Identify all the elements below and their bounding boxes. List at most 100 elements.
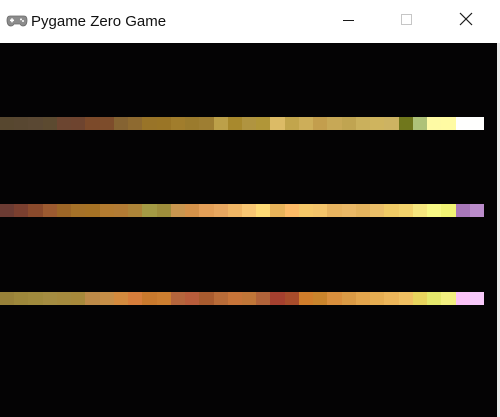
bar-cell: [199, 204, 214, 217]
bar-cell: [270, 204, 285, 217]
bar-cell: [398, 292, 413, 305]
bar-cell: [71, 292, 86, 305]
bar-cell: [398, 117, 413, 130]
bar-cell: [284, 204, 299, 217]
bar-cell: [128, 292, 143, 305]
bar-cell: [327, 292, 342, 305]
bar-cell: [270, 292, 285, 305]
bar-cell: [427, 117, 442, 130]
bar-cell: [412, 204, 428, 217]
bar-cell: [185, 292, 200, 305]
gamepad-icon: [6, 14, 28, 28]
bar-cell: [241, 292, 257, 305]
bar-cell: [441, 204, 456, 217]
bar-cell: [156, 204, 171, 217]
bar-cell: [455, 117, 470, 130]
bar-cell: [455, 204, 470, 217]
close-icon: [459, 12, 473, 31]
bar-cell: [185, 117, 200, 130]
bar-cell: [298, 292, 314, 305]
maximize-icon: [401, 13, 413, 31]
bar-cell: [28, 204, 43, 217]
bar-cell: [241, 117, 257, 130]
bar-cell: [313, 204, 328, 217]
bar-cell: [227, 204, 242, 217]
bar-cell: [71, 204, 86, 217]
window-title: Pygame Zero Game: [31, 13, 167, 30]
bar-cell: [427, 204, 442, 217]
bar-cell: [398, 204, 413, 217]
close-button[interactable]: [443, 0, 489, 43]
bar-cell: [341, 117, 356, 130]
bar-cell: [298, 117, 314, 130]
bar-cell: [341, 204, 356, 217]
bar-cell: [256, 117, 271, 130]
bar-cell: [71, 117, 86, 130]
bar-cell: [313, 292, 328, 305]
game-window: Pygame Zero Game: [0, 0, 500, 417]
bar-cell: [14, 117, 29, 130]
bar-cell: [298, 204, 314, 217]
bar-cell: [156, 292, 171, 305]
minimize-button[interactable]: [326, 0, 372, 43]
bar-cell: [469, 204, 484, 217]
bar-cell: [213, 117, 228, 130]
color-bar-3: [0, 292, 484, 305]
bar-cell: [199, 292, 214, 305]
title-bar[interactable]: Pygame Zero Game: [0, 0, 500, 43]
bar-cell: [128, 117, 143, 130]
bar-cell: [370, 117, 385, 130]
bar-cell: [42, 292, 57, 305]
bar-cell: [256, 292, 271, 305]
bar-cell: [99, 117, 114, 130]
bar-cell: [85, 117, 100, 130]
bar-cell: [170, 292, 186, 305]
bar-cell: [227, 117, 242, 130]
bar-cell: [427, 292, 442, 305]
bar-cell: [85, 292, 100, 305]
bar-cell: [56, 292, 72, 305]
bar-cell: [142, 292, 157, 305]
bar-cell: [327, 117, 342, 130]
bar-cell: [113, 204, 129, 217]
bar-cell: [384, 204, 399, 217]
color-bar-2: [0, 204, 484, 217]
bar-cell: [0, 117, 15, 130]
bar-cell: [14, 292, 29, 305]
bar-cell: [142, 204, 157, 217]
bar-cell: [355, 117, 371, 130]
bar-cell: [370, 292, 385, 305]
bar-cell: [85, 204, 100, 217]
bar-cell: [128, 204, 143, 217]
bar-cell: [113, 117, 129, 130]
bar-cell: [0, 292, 15, 305]
bar-cell: [113, 292, 129, 305]
bar-cell: [213, 292, 228, 305]
maximize-button[interactable]: [384, 0, 430, 43]
bar-cell: [355, 204, 371, 217]
game-canvas[interactable]: [0, 43, 500, 417]
bar-cell: [185, 204, 200, 217]
bar-cell: [42, 204, 57, 217]
bar-cell: [170, 204, 186, 217]
bar-cell: [270, 117, 285, 130]
bar-cell: [42, 117, 57, 130]
bar-cell: [441, 292, 456, 305]
bar-cell: [213, 204, 228, 217]
minimize-icon: [343, 13, 355, 31]
bar-cell: [56, 204, 72, 217]
color-bar-1: [0, 117, 484, 130]
bar-cell: [156, 117, 171, 130]
bar-cell: [14, 204, 29, 217]
bar-cell: [370, 204, 385, 217]
bar-cell: [99, 292, 114, 305]
bar-cell: [241, 204, 257, 217]
bar-cell: [455, 292, 470, 305]
bar-cell: [341, 292, 356, 305]
bar-cell: [199, 117, 214, 130]
bar-cell: [227, 292, 242, 305]
bar-cell: [355, 292, 371, 305]
bar-cell: [284, 292, 299, 305]
bar-cell: [412, 117, 428, 130]
bar-cell: [412, 292, 428, 305]
